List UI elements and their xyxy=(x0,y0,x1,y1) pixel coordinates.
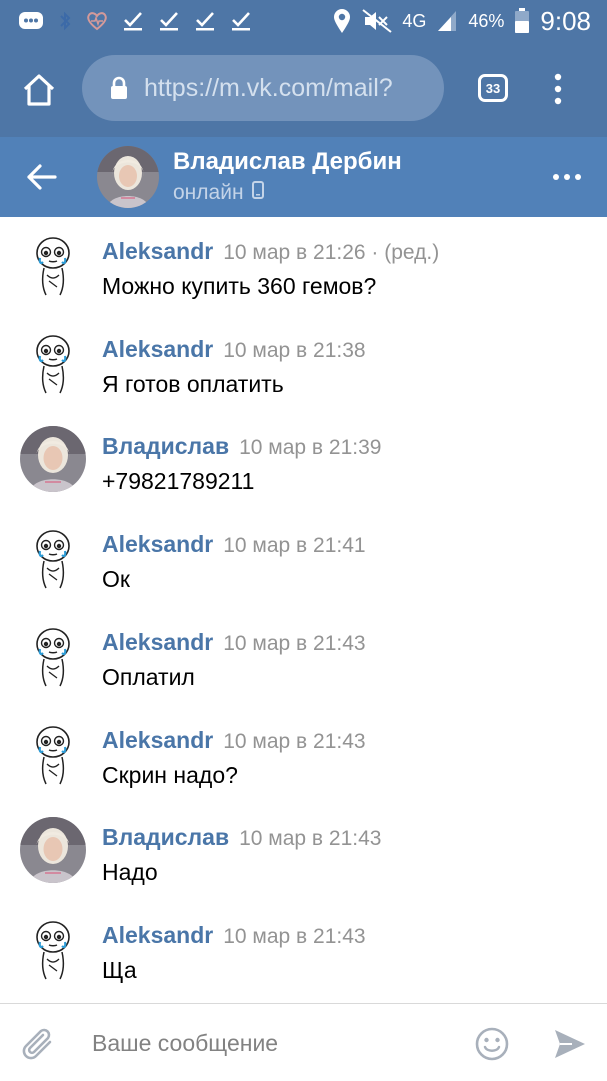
url-text[interactable]: https://m.vk.com/mail? xyxy=(144,74,393,103)
smile-icon xyxy=(475,1027,509,1061)
check-icon xyxy=(122,10,144,32)
message-meta: Aleksandr 10 мар в 21:43 xyxy=(102,922,366,949)
bluetooth-icon xyxy=(58,10,72,32)
message-meta: Aleksandr 10 мар в 21:41 xyxy=(102,531,366,558)
avatar-aleksandr[interactable] xyxy=(20,914,86,981)
message-text: Оплатил xyxy=(102,663,195,690)
clock: 9:08 xyxy=(540,5,591,36)
message-row[interactable]: Aleksandr 10 мар в 21:43 Ща xyxy=(0,907,607,1003)
message-author[interactable]: Владислав xyxy=(102,824,229,850)
check-icon xyxy=(230,10,252,32)
address-bar[interactable]: https://m.vk.com/mail? xyxy=(82,55,444,121)
contact-status: онлайн xyxy=(173,181,264,205)
paperclip-icon xyxy=(22,1028,52,1060)
send-button[interactable] xyxy=(552,1026,588,1062)
online-status-text: онлайн xyxy=(173,181,244,204)
message-meta: Aleksandr 10 мар в 21:38 xyxy=(102,336,366,363)
more-horizontal-icon xyxy=(553,174,581,180)
avatar-vladislav[interactable] xyxy=(20,426,86,493)
home-icon xyxy=(23,74,55,106)
message-row[interactable]: Владислав 10 мар в 21:43 Надо xyxy=(0,809,607,905)
tabs-button[interactable]: 33 xyxy=(478,74,508,102)
browser-toolbar: https://m.vk.com/mail? 33 xyxy=(0,42,607,137)
battery-icon xyxy=(514,8,530,34)
message-time: 10 мар в 21:43 xyxy=(223,729,366,753)
battery-percent: 46% xyxy=(468,10,505,31)
message-time: 10 мар в 21:41 xyxy=(223,534,366,558)
chat-menu-button[interactable] xyxy=(552,167,582,187)
message-time: 10 мар в 21:43 xyxy=(239,827,382,851)
mobile-phone-icon xyxy=(251,181,264,205)
message-author[interactable]: Владислав xyxy=(102,433,229,459)
message-text: Ок xyxy=(102,566,130,593)
location-icon xyxy=(332,8,352,34)
more-vertical-icon xyxy=(554,73,562,105)
message-author[interactable]: Aleksandr xyxy=(102,336,213,362)
message-text: Надо xyxy=(102,859,158,886)
check-icon xyxy=(158,10,180,32)
message-author[interactable]: Aleksandr xyxy=(102,727,213,753)
message-meta: Aleksandr 10 мар в 21:26 · (ред.) xyxy=(102,238,439,265)
send-icon xyxy=(555,1030,585,1058)
avatar-aleksandr[interactable] xyxy=(20,231,86,297)
message-row[interactable]: Владислав 10 мар в 21:39 +79821789211 xyxy=(0,418,607,514)
message-time: 10 мар в 21:39 xyxy=(239,436,382,460)
browser-menu-button[interactable] xyxy=(552,72,564,106)
message-time: 10 мар в 21:43 xyxy=(223,924,366,948)
mute-icon xyxy=(362,9,392,33)
home-button[interactable] xyxy=(20,72,58,108)
avatar-aleksandr[interactable] xyxy=(20,524,86,591)
message-meta: Aleksandr 10 мар в 21:43 xyxy=(102,727,366,754)
message-text: Я готов оплатить xyxy=(102,370,284,397)
message-text: Ща xyxy=(102,956,137,983)
message-time: 10 мар в 21:38 xyxy=(223,338,366,362)
contact-avatar[interactable] xyxy=(97,146,159,208)
message-composer xyxy=(0,1003,607,1081)
status-bar-right: 4G 46% 9:08 xyxy=(332,0,591,42)
heart-icon xyxy=(86,11,108,31)
message-meta: Владислав 10 мар в 21:39 xyxy=(102,433,381,460)
arrow-left-icon xyxy=(27,164,57,190)
status-bar-left xyxy=(18,0,252,42)
message-text: +79821789211 xyxy=(102,468,255,495)
message-author[interactable]: Aleksandr xyxy=(102,238,213,264)
lock-icon xyxy=(110,76,128,100)
message-row[interactable]: Aleksandr 10 мар в 21:38 Я готов оплатить xyxy=(0,321,607,417)
message-input[interactable] xyxy=(90,1020,464,1066)
contact-name: Владислав Дербин xyxy=(173,148,402,175)
status-bar: 4G 46% 9:08 xyxy=(0,0,607,42)
back-button[interactable] xyxy=(24,159,60,195)
signal-icon xyxy=(436,9,458,33)
message-meta: Aleksandr 10 мар в 21:43 xyxy=(102,629,366,656)
message-row[interactable]: Aleksandr 10 мар в 21:26 · (ред.) Можно ку… xyxy=(0,223,607,319)
messenger-icon xyxy=(18,10,44,32)
message-time: 10 мар в 21:26 · (ред.) xyxy=(223,241,440,264)
check-icon xyxy=(194,10,216,32)
message-meta: Владислав 10 мар в 21:43 xyxy=(102,824,381,851)
message-time: 10 мар в 21:43 xyxy=(223,631,366,655)
message-row[interactable]: Aleksandr 10 мар в 21:43 Скрин надо? xyxy=(0,712,607,808)
avatar-vladislav[interactable] xyxy=(20,817,86,884)
chat-header: Владислав Дербин онлайн xyxy=(0,137,607,217)
network-type: 4G xyxy=(402,10,427,31)
avatar-aleksandr[interactable] xyxy=(20,328,86,395)
message-row[interactable]: Aleksandr 10 мар в 21:41 Ок xyxy=(0,516,607,612)
message-text: Можно купить 360 гемов? xyxy=(102,273,377,299)
attach-button[interactable] xyxy=(22,1025,56,1063)
avatar-aleksandr[interactable] xyxy=(20,719,86,786)
message-text: Скрин надо? xyxy=(102,761,238,788)
message-row[interactable]: Aleksandr 10 мар в 21:43 Оплатил xyxy=(0,614,607,710)
emoji-button[interactable] xyxy=(474,1026,510,1062)
message-author[interactable]: Aleksandr xyxy=(102,629,213,655)
message-author[interactable]: Aleksandr xyxy=(102,922,213,948)
avatar-aleksandr[interactable] xyxy=(20,621,86,688)
message-list[interactable]: Aleksandr 10 мар в 21:26 · (ред.) Можно ку… xyxy=(0,217,607,1003)
message-author[interactable]: Aleksandr xyxy=(102,531,213,557)
